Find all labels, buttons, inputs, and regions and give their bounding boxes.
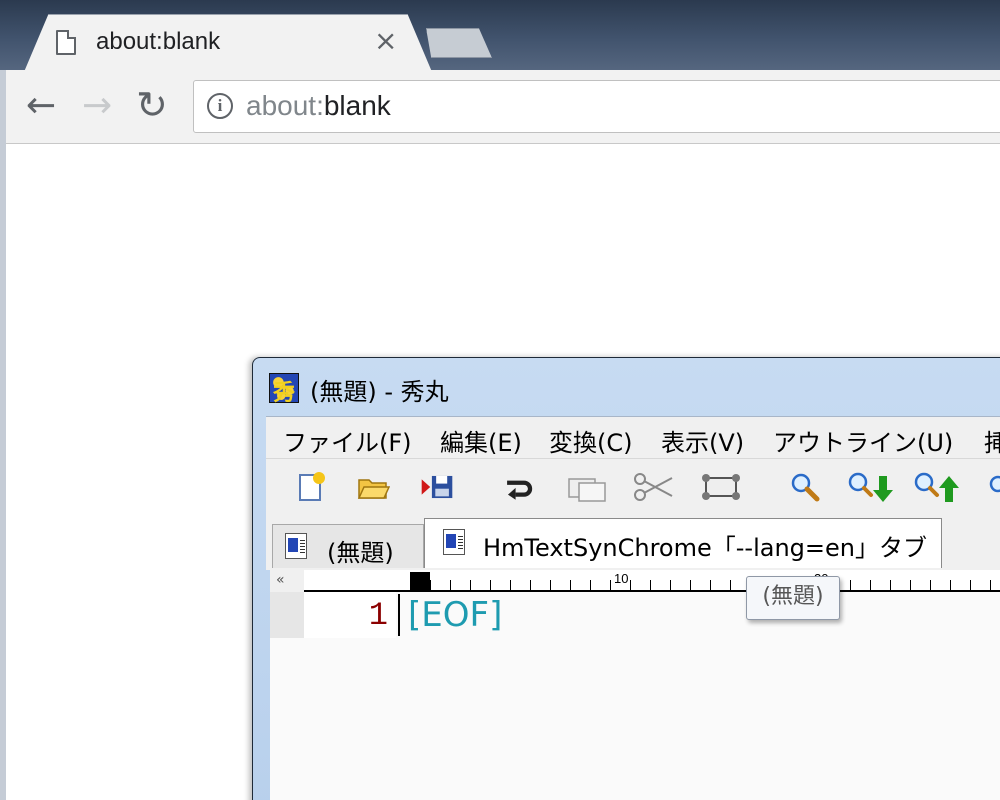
- search-down-icon[interactable]: [846, 470, 894, 504]
- tab-tooltip: (無題): [746, 576, 840, 620]
- ruler-ticks: [430, 580, 1000, 590]
- menu-outline[interactable]: アウトライン(U): [773, 423, 953, 458]
- document-icon: [285, 533, 307, 559]
- back-arrow-icon[interactable]: ←: [26, 88, 56, 124]
- browser-tab-body[interactable]: [25, 15, 431, 72]
- editor-window-title: (無題) - 秀丸: [310, 378, 449, 406]
- search-icon[interactable]: [788, 470, 822, 504]
- browser-tab-title: about:blank: [96, 28, 221, 55]
- forward-arrow-icon[interactable]: →: [82, 88, 112, 124]
- search-up-icon[interactable]: [912, 470, 960, 504]
- document-tab-label: (無題): [327, 539, 394, 567]
- grep-icon[interactable]: [986, 470, 1000, 504]
- document-icon: [443, 529, 465, 555]
- eof-marker: [EOF]: [408, 595, 503, 635]
- save-icon[interactable]: [420, 470, 454, 504]
- ruler-label: 10: [614, 571, 629, 586]
- new-file-icon[interactable]: [294, 470, 328, 504]
- browser-frame: [0, 70, 6, 800]
- url-scheme: about:: [246, 90, 324, 121]
- menu-file[interactable]: ファイル(F): [283, 423, 412, 458]
- line-number: 1: [368, 597, 388, 634]
- reload-icon[interactable]: ↻: [136, 86, 168, 124]
- copy-icon[interactable]: [566, 470, 608, 504]
- menu-insert[interactable]: 挿: [984, 423, 1000, 458]
- info-icon[interactable]: i: [207, 93, 233, 119]
- document-tab-hmtextsynchrome[interactable]: HmTextSynChrome「--lang=en」タブ: [424, 518, 942, 568]
- document-tab-untitled[interactable]: (無題): [272, 524, 424, 568]
- undo-icon[interactable]: [502, 470, 536, 504]
- paste-icon[interactable]: [700, 470, 742, 504]
- open-folder-icon[interactable]: [356, 470, 390, 504]
- url-text[interactable]: about:blank: [246, 90, 391, 122]
- menu-view[interactable]: 表示(V): [661, 423, 744, 458]
- page-icon: [56, 30, 76, 55]
- menu-convert[interactable]: 変換(C): [549, 423, 632, 458]
- close-icon[interactable]: ×: [374, 27, 397, 55]
- line-gutter: [270, 592, 304, 638]
- url-path: blank: [323, 90, 391, 121]
- document-tab-label: HmTextSynChrome「--lang=en」タブ: [483, 534, 927, 562]
- menu-edit[interactable]: 編集(E): [440, 423, 522, 458]
- ruler-cursor-marker: [410, 572, 430, 590]
- ruler-collapse-icon[interactable]: «: [276, 572, 285, 588]
- text-caret: [398, 594, 400, 636]
- hidemaru-app-icon[interactable]: [269, 373, 299, 407]
- cut-icon[interactable]: [632, 470, 676, 504]
